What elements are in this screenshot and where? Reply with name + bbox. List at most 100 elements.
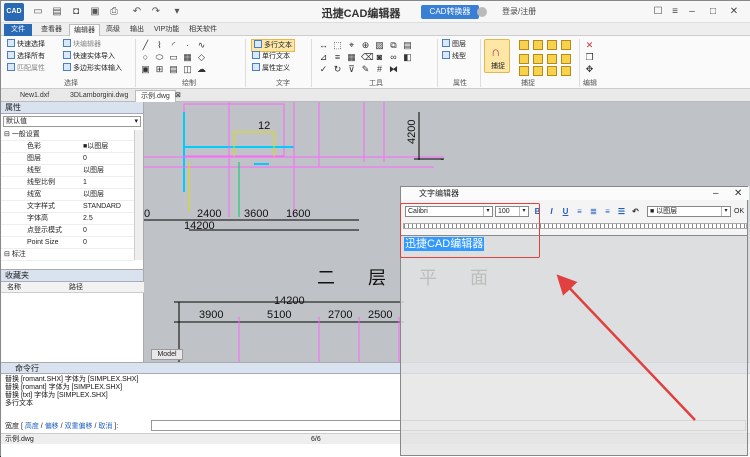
prop-row[interactable]: Point Size 0 xyxy=(1,237,134,249)
image-icon[interactable]: ▨ xyxy=(375,41,384,50)
properties-scrollbar[interactable] xyxy=(134,130,143,260)
align-center-icon[interactable]: ≣ xyxy=(588,206,599,217)
maximize-icon[interactable]: □ xyxy=(706,5,720,18)
snap-insertion-icon[interactable] xyxy=(561,54,571,64)
block-editor-button[interactable]: 块编辑器 xyxy=(63,39,101,50)
snap-quadrant-icon[interactable] xyxy=(519,54,529,64)
minimize-icon[interactable]: – xyxy=(685,5,699,18)
region-icon[interactable]: ◇ xyxy=(197,53,206,62)
attdef-button[interactable]: 属性定义 xyxy=(252,63,290,74)
block-icon[interactable]: ▣ xyxy=(141,65,150,74)
match-props-button[interactable]: 匹配属性 xyxy=(7,63,45,74)
ruler-icon[interactable]: ⊿ xyxy=(319,53,328,62)
link-icon[interactable]: ∞ xyxy=(389,53,398,62)
justify-icon[interactable]: ☰ xyxy=(616,206,627,217)
erase-icon[interactable]: ✕ xyxy=(585,41,594,50)
print-icon[interactable]: ⎙ xyxy=(109,6,119,17)
underline-button[interactable]: U xyxy=(560,206,571,217)
snap-midpoint-icon[interactable] xyxy=(533,40,543,50)
snap-perp-icon[interactable] xyxy=(519,66,529,76)
doc-tab-new1[interactable]: New1.dxf xyxy=(15,90,54,102)
new-file-icon[interactable]: ▭ xyxy=(33,6,43,17)
save-as-icon[interactable]: ▣ xyxy=(90,6,100,17)
area-icon[interactable]: ⬚ xyxy=(333,41,342,50)
color-layer-select[interactable]: ■ 以图层 ▾ xyxy=(647,206,731,217)
prop-row[interactable]: 字体高 2.5 xyxy=(1,213,134,225)
linetype-button[interactable]: 线型 xyxy=(442,51,466,62)
filter-icon[interactable]: ⊽ xyxy=(347,65,356,74)
ok-button[interactable]: OK xyxy=(734,208,744,215)
tab-related[interactable]: 相关软件 xyxy=(185,24,221,36)
select-all-button[interactable]: 选择所有 xyxy=(7,51,45,62)
list-icon[interactable]: ≡ xyxy=(333,53,342,62)
prop-row[interactable]: 色彩 ■以图层 xyxy=(1,141,134,153)
polyline-icon[interactable]: ⌇ xyxy=(155,41,164,50)
undo-icon[interactable]: ↶ xyxy=(132,6,142,17)
hatch-icon[interactable]: ▦ xyxy=(183,53,192,62)
cad-converter-button[interactable]: CAD转换器 xyxy=(421,5,479,19)
table-icon[interactable]: ▤ xyxy=(169,65,178,74)
properties-filter-select[interactable]: 默认值 ▾ xyxy=(3,116,141,127)
align-right-icon[interactable]: ≡ xyxy=(602,206,613,217)
prop-row[interactable]: 线型 以图层 xyxy=(1,165,134,177)
purge-icon[interactable]: ⌫ xyxy=(361,53,374,62)
save-icon[interactable]: ◘ xyxy=(71,6,81,17)
snap-parallel-icon[interactable] xyxy=(561,66,571,76)
tab-viewer[interactable]: 查看器 xyxy=(37,24,66,36)
dist-icon[interactable]: ↔ xyxy=(319,41,328,50)
script-icon[interactable]: ✎ xyxy=(361,65,370,74)
prop-row[interactable]: 文字样式 STANDARD xyxy=(1,201,134,213)
tab-file[interactable]: 文件 xyxy=(4,24,32,36)
move-icon[interactable]: ✥ xyxy=(585,65,594,74)
grid-icon[interactable]: # xyxy=(375,65,384,74)
prop-row[interactable]: 线型比例 1 xyxy=(1,177,134,189)
snap-tangent-icon[interactable] xyxy=(533,66,543,76)
camera-icon[interactable]: ◙ xyxy=(375,53,384,62)
menu-icon[interactable]: ≡ xyxy=(668,5,682,18)
point-icon[interactable]: · xyxy=(183,41,192,50)
single-text-button[interactable]: 单行文本 xyxy=(252,51,290,62)
login-link[interactable]: 登录/注册 xyxy=(502,6,536,17)
calc-icon[interactable]: ▦ xyxy=(347,53,356,62)
circle-icon[interactable]: ○ xyxy=(141,53,150,62)
rect-icon[interactable]: ▭ xyxy=(169,53,178,62)
redo-icon[interactable]: ↷ xyxy=(151,6,161,17)
polygon-entity-input-button[interactable]: 多边形实体输入 xyxy=(63,63,122,74)
spline-icon[interactable]: ∿ xyxy=(197,41,206,50)
undo-icon[interactable]: ↶ xyxy=(630,206,641,217)
snap-big-button[interactable]: ∩ 捕捉 xyxy=(484,39,510,73)
col-path[interactable]: 路径 xyxy=(69,282,83,293)
snap-endpoint-icon[interactable] xyxy=(519,40,529,50)
layer-button[interactable]: 图层 xyxy=(442,39,466,50)
prop-row[interactable]: 点登示模式 0 xyxy=(1,225,134,237)
snap-nearest-icon[interactable] xyxy=(547,66,557,76)
zoom-icon[interactable]: ⊕ xyxy=(361,41,370,50)
prop-row[interactable]: 线宽 以图层 xyxy=(1,189,134,201)
section-general[interactable]: ⊟ 一般设置 xyxy=(1,129,134,141)
skin-icon[interactable]: ☐ xyxy=(651,5,665,18)
close-icon[interactable]: ✕ xyxy=(727,5,741,18)
tab-advanced[interactable]: 高级 xyxy=(102,24,124,36)
option-height[interactable]: 高度 xyxy=(25,423,39,430)
snap-center-icon[interactable] xyxy=(547,40,557,50)
compare-icon[interactable]: ⧓ xyxy=(389,65,398,74)
align-left-icon[interactable]: ≡ xyxy=(574,206,585,217)
col-name[interactable]: 名称 xyxy=(7,282,21,293)
snap-intersection-icon[interactable] xyxy=(533,54,543,64)
wipeout-icon[interactable]: ◫ xyxy=(183,65,192,74)
arc-icon[interactable]: ◜ xyxy=(169,41,178,50)
doc-tab-example[interactable]: 示例.dwg xyxy=(135,90,176,102)
audit-icon[interactable]: ✓ xyxy=(319,65,328,74)
revcloud-icon[interactable]: ☁ xyxy=(197,65,206,74)
ole-icon[interactable]: ◧ xyxy=(403,53,412,62)
option-offset[interactable]: 偏移 xyxy=(45,423,59,430)
line-icon[interactable]: ╱ xyxy=(141,41,150,50)
tab-output[interactable]: 输出 xyxy=(126,24,148,36)
tab-editor[interactable]: 编辑器 xyxy=(69,24,100,36)
prop-row[interactable]: 图层 0 xyxy=(1,153,134,165)
recover-icon[interactable]: ↻ xyxy=(333,65,342,74)
snap-extension-icon[interactable] xyxy=(547,54,557,64)
dropdown-icon[interactable]: ▾ xyxy=(172,6,182,17)
ellipse-icon[interactable]: ⬭ xyxy=(155,53,164,62)
open-folder-icon[interactable]: ▤ xyxy=(52,6,62,17)
